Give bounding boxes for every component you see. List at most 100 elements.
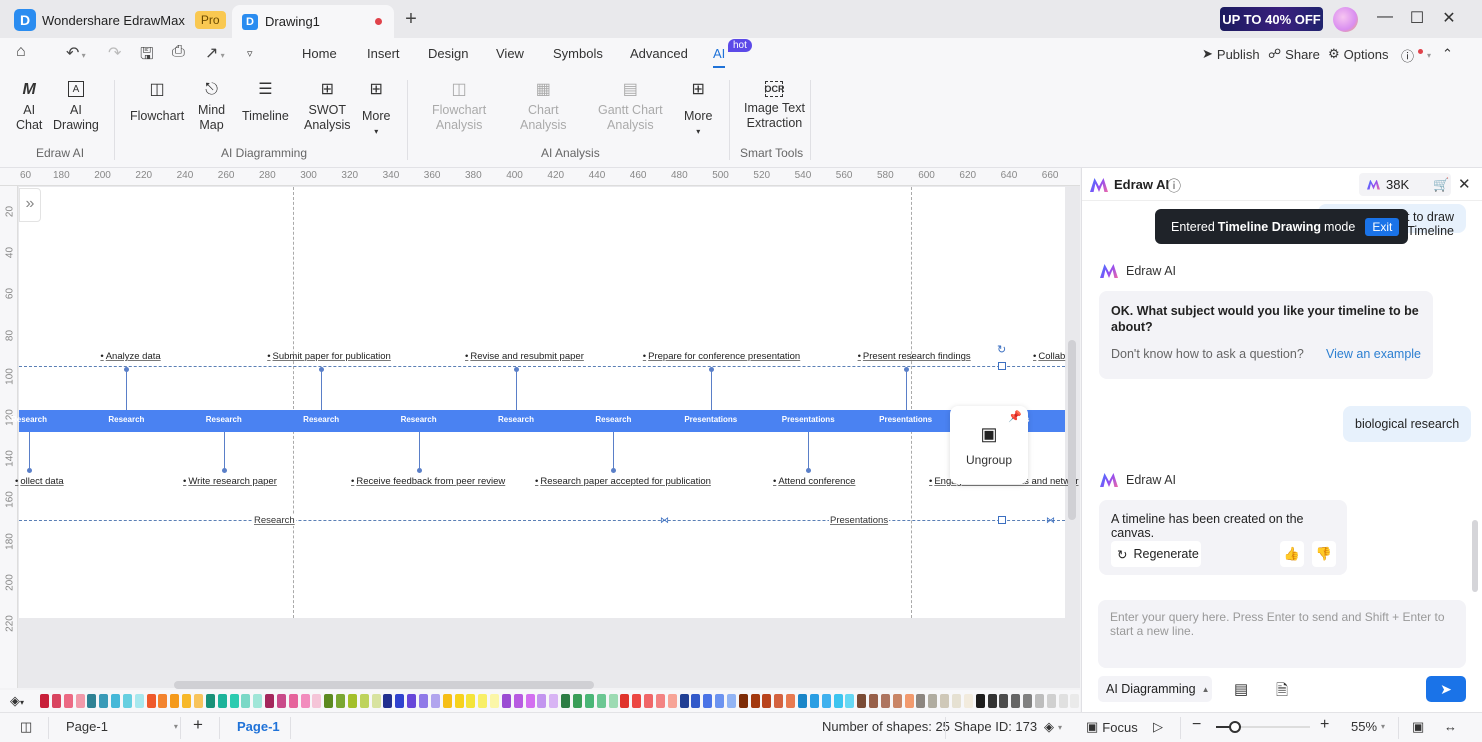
color-swatch[interactable]	[928, 694, 938, 708]
color-swatch[interactable]	[454, 694, 464, 708]
color-swatch[interactable]	[1070, 694, 1080, 708]
undo-icon[interactable]: ↶ ▾	[66, 43, 86, 63]
color-swatch[interactable]	[1023, 694, 1033, 708]
timeline-button[interactable]: ☰ Timeline	[242, 78, 289, 124]
timeline-bar-label[interactable]: Research	[303, 415, 339, 424]
color-swatch[interactable]	[419, 694, 429, 708]
color-swatch[interactable]	[359, 694, 369, 708]
gantt-chart-analysis-button[interactable]: ▤ Gantt Chart Analysis	[598, 78, 663, 133]
publish-button[interactable]: ➤ Publish	[1202, 46, 1260, 62]
color-swatch[interactable]	[916, 694, 926, 708]
fit-page-icon[interactable]: ▣	[1412, 719, 1424, 735]
color-swatch[interactable]	[99, 694, 109, 708]
color-swatch[interactable]	[158, 694, 168, 708]
color-swatch[interactable]	[620, 694, 630, 708]
color-swatch[interactable]	[892, 694, 902, 708]
export-icon[interactable]: ↗ ▾	[205, 43, 225, 63]
color-swatch[interactable]	[632, 694, 642, 708]
mind-map-button[interactable]: ⎋ Mind Map	[198, 78, 225, 133]
close-panel-icon[interactable]: ✕	[1458, 175, 1471, 193]
thumbs-up-icon[interactable]: 👍	[1280, 541, 1304, 567]
color-swatch[interactable]	[1046, 694, 1056, 708]
timeline-bar[interactable]: Research Research Research Research Research…	[11, 410, 1065, 432]
flowchart-analysis-button[interactable]: ◫ Flowchart Analysis	[432, 78, 486, 133]
maximize-button[interactable]: ☐	[1405, 8, 1429, 30]
zoom-slider-knob[interactable]	[1228, 721, 1241, 733]
color-swatch[interactable]	[347, 694, 357, 708]
color-swatch[interactable]	[549, 694, 559, 708]
color-swatch[interactable]	[821, 694, 831, 708]
ungroup-popup[interactable]: 📌 ▣ Ungroup	[950, 406, 1028, 484]
color-swatch[interactable]	[655, 694, 665, 708]
color-swatch[interactable]	[975, 694, 985, 708]
add-page-button[interactable]: +	[193, 715, 203, 735]
color-swatch[interactable]	[845, 694, 855, 708]
fit-width-icon[interactable]: ↔	[1444, 719, 1457, 734]
focus-button[interactable]: ▣ Focus	[1086, 719, 1138, 735]
expand-panel-button[interactable]: »	[19, 188, 41, 222]
color-swatch[interactable]	[442, 694, 452, 708]
timeline-bar-label[interactable]: Research	[11, 415, 47, 424]
menu-view[interactable]: View	[496, 46, 524, 61]
unsaved-indicator-icon[interactable]	[375, 18, 382, 25]
color-swatch[interactable]	[513, 694, 523, 708]
cart-icon[interactable]: 🛒	[1433, 177, 1449, 193]
color-swatch[interactable]	[561, 694, 571, 708]
canvas-area[interactable]: 60 180 200 220 240 260 280 300 320 340 360 380 400 42…	[0, 168, 1080, 688]
color-swatch[interactable]	[146, 694, 156, 708]
pro-badge[interactable]: Pro	[194, 11, 226, 29]
home-icon[interactable]: ⌂	[16, 43, 26, 61]
color-swatch[interactable]	[490, 694, 500, 708]
color-swatch[interactable]	[940, 694, 950, 708]
color-swatch[interactable]	[501, 694, 511, 708]
minimize-button[interactable]: —	[1373, 8, 1397, 30]
color-swatch[interactable]	[40, 694, 50, 708]
ai-credits[interactable]: 38K 🛒	[1359, 173, 1451, 196]
redo-icon[interactable]: ↷	[108, 43, 121, 63]
resize-handle[interactable]	[998, 516, 1006, 524]
zoom-out-button[interactable]: −	[1192, 716, 1201, 734]
color-swatch[interactable]	[253, 694, 263, 708]
color-swatch[interactable]	[478, 694, 488, 708]
user-avatar[interactable]	[1333, 7, 1358, 32]
timeline-bar-label[interactable]: Research	[401, 415, 437, 424]
zoom-in-button[interactable]: +	[1320, 716, 1329, 734]
chat-history-icon[interactable]: ▤	[1234, 680, 1248, 698]
color-swatch[interactable]	[596, 694, 606, 708]
color-swatch[interactable]	[182, 694, 192, 708]
color-swatch[interactable]	[111, 694, 121, 708]
color-swatch[interactable]	[336, 694, 346, 708]
collapse-ribbon-icon[interactable]: ⌃	[1442, 46, 1453, 62]
rotate-handle-icon[interactable]: ↻	[997, 343, 1006, 356]
timeline-bar-label[interactable]: Presentations	[879, 415, 932, 424]
drawing-page[interactable]: Research Research Research Research Research…	[11, 187, 1079, 618]
color-swatch[interactable]	[265, 694, 275, 708]
color-swatch[interactable]	[869, 694, 879, 708]
fill-color-icon[interactable]: ◈▾	[10, 693, 24, 709]
color-swatch[interactable]	[87, 694, 97, 708]
page-select[interactable]: Page-1 ▾	[66, 719, 178, 734]
color-swatch[interactable]	[537, 694, 547, 708]
timeline-bar-label[interactable]: Presentations	[684, 415, 737, 424]
color-swatch[interactable]	[951, 694, 961, 708]
color-swatch[interactable]	[407, 694, 417, 708]
menu-symbols[interactable]: Symbols	[553, 46, 603, 61]
color-swatch[interactable]	[750, 694, 760, 708]
color-swatch[interactable]	[170, 694, 180, 708]
options-button[interactable]: ⚙ Options	[1328, 46, 1388, 62]
menu-insert[interactable]: Insert	[367, 46, 400, 61]
color-swatch[interactable]	[324, 694, 334, 708]
ai-mode-select[interactable]: AI Diagramming ▲	[1098, 676, 1212, 702]
help-icon[interactable]: ⓘ	[1167, 176, 1181, 196]
color-swatch[interactable]	[987, 694, 997, 708]
color-swatch[interactable]	[644, 694, 654, 708]
document-tab[interactable]: D Drawing1	[232, 5, 394, 38]
event-label-top[interactable]: Submit paper for publication	[267, 351, 391, 362]
color-swatch[interactable]	[703, 694, 713, 708]
color-swatch[interactable]	[312, 694, 322, 708]
menu-design[interactable]: Design	[428, 46, 468, 61]
timeline-bar-label[interactable]: Research	[206, 415, 242, 424]
timeline-bar-label[interactable]: Presentations	[782, 415, 835, 424]
upload-document-icon[interactable]: 🗎	[1276, 680, 1288, 705]
color-swatch[interactable]	[667, 694, 677, 708]
